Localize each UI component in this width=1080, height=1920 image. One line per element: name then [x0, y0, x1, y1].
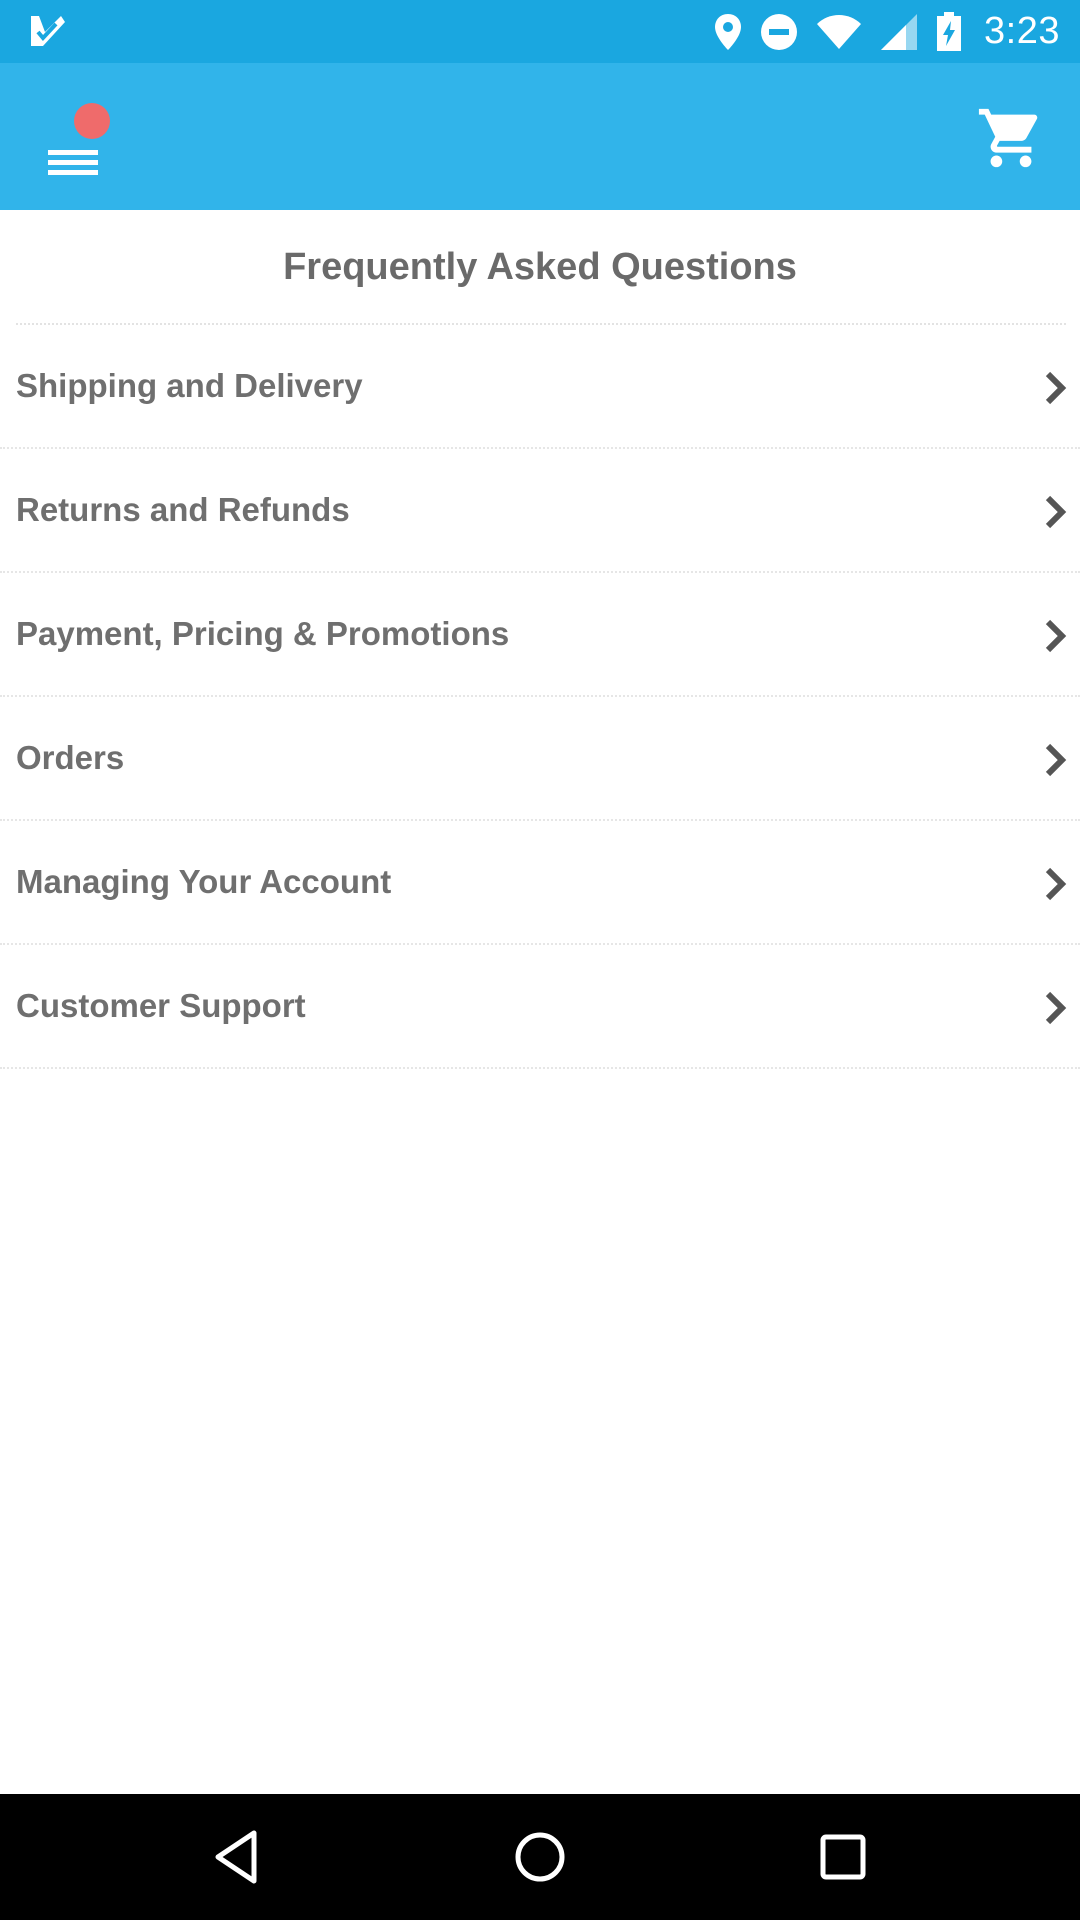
shopping-cart-icon [978, 108, 1038, 168]
faq-item-payment-pricing-promotions[interactable]: Payment, Pricing & Promotions [0, 573, 1080, 697]
status-bar: 3:23 [0, 0, 1080, 63]
faq-item-orders[interactable]: Orders [0, 697, 1080, 821]
recents-icon [820, 1834, 866, 1880]
faq-list: Shipping and Delivery Returns and Refund… [0, 325, 1080, 1069]
cart-button[interactable] [976, 103, 1046, 173]
back-icon [215, 1830, 257, 1884]
faq-item-label: Shipping and Delivery [16, 367, 363, 404]
faq-item-label: Managing Your Account [16, 863, 392, 900]
battery-charging-icon [937, 11, 962, 51]
faq-item-label: Returns and Refunds [16, 491, 350, 528]
system-nav-bar [0, 1794, 1080, 1920]
chevron-right-icon [1045, 619, 1067, 653]
faq-item-customer-support[interactable]: Customer Support [0, 945, 1080, 1069]
status-time: 3:23 [984, 10, 1060, 52]
menu-button[interactable] [34, 103, 114, 183]
chevron-right-icon [1045, 743, 1067, 777]
status-icons: 3:23 [714, 0, 1060, 63]
faq-item-label: Customer Support [16, 987, 306, 1024]
chevron-right-icon [1045, 371, 1067, 405]
chevron-right-icon [1045, 495, 1067, 529]
checkmark-notification-icon [31, 16, 65, 46]
chevron-right-icon [1045, 991, 1067, 1025]
recents-button[interactable] [813, 1827, 873, 1887]
chevron-right-icon [1045, 867, 1067, 901]
notification-dot [74, 103, 110, 139]
app-bar [0, 63, 1080, 210]
cell-signal-icon [881, 13, 918, 50]
location-icon [715, 13, 742, 50]
home-icon [515, 1832, 565, 1882]
page-title: Frequently Asked Questions [283, 245, 797, 288]
faq-item-label: Payment, Pricing & Promotions [16, 615, 510, 652]
faq-item-shipping-and-delivery[interactable]: Shipping and Delivery [0, 325, 1080, 449]
home-button[interactable] [510, 1827, 570, 1887]
do-not-disturb-icon [761, 13, 798, 50]
faq-item-returns-and-refunds[interactable]: Returns and Refunds [0, 449, 1080, 573]
back-button[interactable] [208, 1827, 268, 1887]
faq-item-label: Orders [16, 739, 125, 776]
faq-item-managing-your-account[interactable]: Managing Your Account [0, 821, 1080, 945]
wifi-icon [817, 14, 862, 49]
